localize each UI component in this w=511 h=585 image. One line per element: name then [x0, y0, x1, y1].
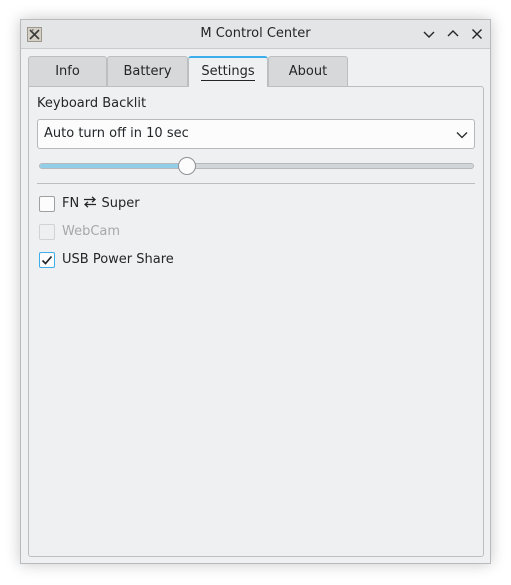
minimize-button[interactable] [421, 26, 437, 42]
tab-battery[interactable]: Battery [107, 56, 188, 86]
tab-battery-label: Battery [123, 64, 172, 79]
title-bar[interactable]: M Control Center [21, 20, 490, 49]
close-icon [472, 29, 482, 39]
tab-about-label: About [288, 64, 328, 79]
backlit-brightness-slider[interactable] [39, 157, 474, 175]
checkmark-icon [41, 255, 53, 265]
chevron-down-icon [423, 31, 435, 38]
maximize-button[interactable] [445, 26, 461, 42]
chevron-up-icon [447, 30, 459, 37]
divider [37, 183, 475, 184]
tab-about[interactable]: About [268, 56, 348, 86]
swap-arrows-icon [83, 196, 101, 211]
chevron-down-icon [456, 129, 468, 144]
close-button[interactable] [469, 26, 485, 42]
slider-handle[interactable] [178, 157, 197, 175]
main-window: M Control Center Info Battery Settings A… [20, 19, 491, 564]
tab-settings[interactable]: Settings [188, 56, 268, 87]
slider-fill [40, 164, 188, 168]
keyboard-backlit-label: Keyboard Backlit [37, 96, 147, 111]
backlit-mode-value: Auto turn off in 10 sec [44, 126, 189, 141]
webcam-checkbox [39, 224, 55, 240]
fn-super-checkbox[interactable] [39, 196, 55, 212]
tab-info[interactable]: Info [28, 56, 107, 86]
super-label: Super [101, 196, 140, 211]
fn-super-label: FN Super [62, 196, 140, 211]
tab-info-label: Info [55, 64, 80, 79]
tab-settings-label: Settings [201, 64, 255, 81]
usb-power-share-checkbox[interactable] [39, 252, 55, 268]
webcam-label: WebCam [62, 224, 121, 239]
settings-panel: Keyboard Backlit Auto turn off in 10 sec… [28, 86, 484, 557]
usb-power-share-label: USB Power Share [62, 252, 174, 267]
backlit-mode-dropdown[interactable]: Auto turn off in 10 sec [37, 119, 475, 149]
fn-label: FN [62, 196, 80, 211]
window-title: M Control Center [200, 26, 311, 41]
